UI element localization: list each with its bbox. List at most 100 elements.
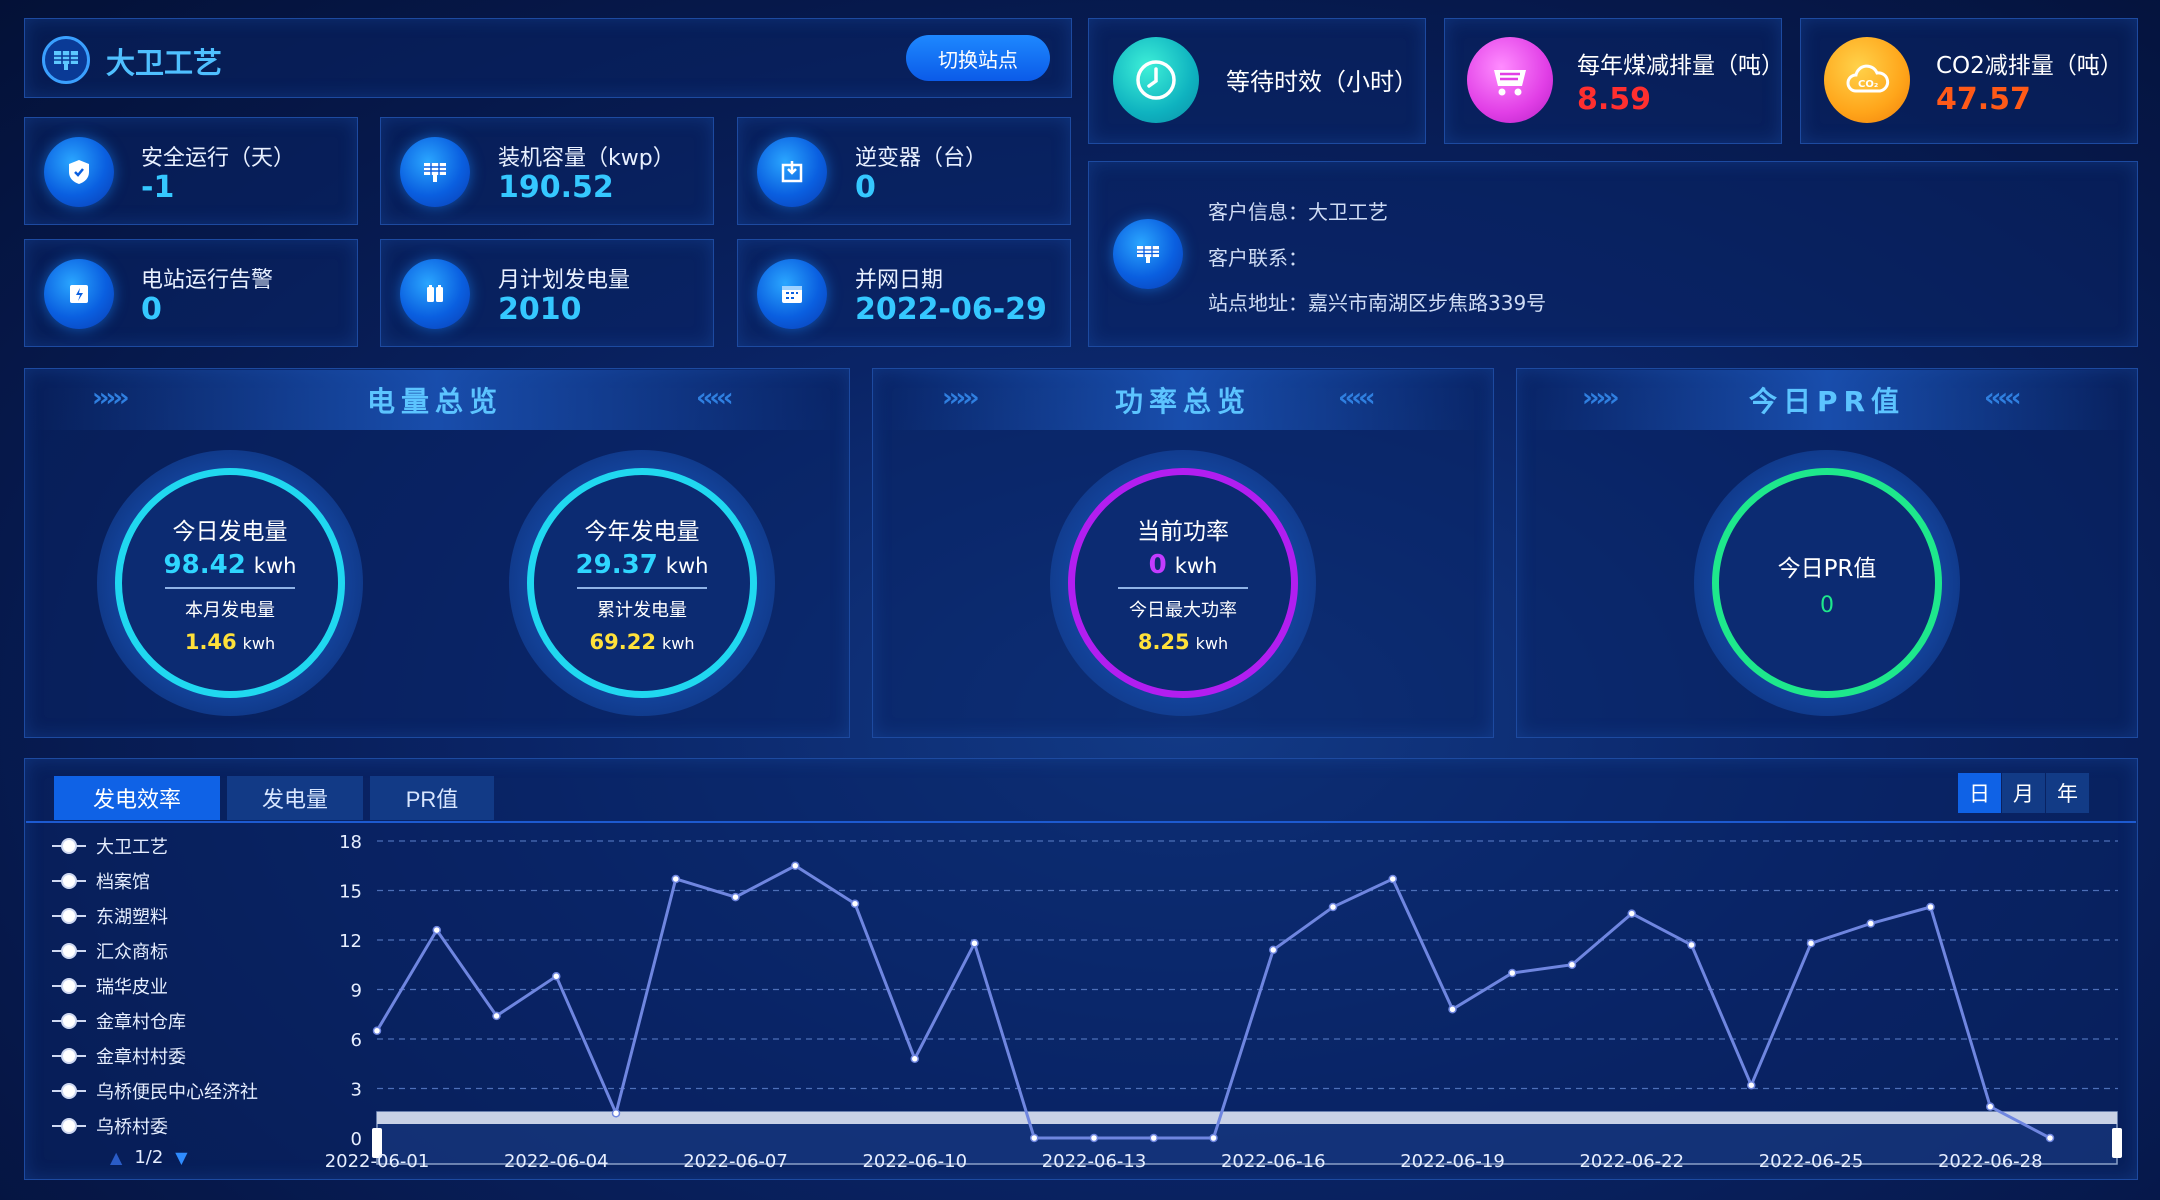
total-energy-unit: kwh: [661, 633, 695, 653]
legend-marker-icon: [52, 1081, 86, 1101]
current-power-title: 当前功率: [1137, 519, 1229, 546]
legend-item[interactable]: 汇众商标: [52, 938, 168, 964]
month-energy-value: 1.46: [184, 629, 237, 654]
legend-label: 东湖塑料: [96, 907, 168, 928]
today-energy-value: 98.42: [163, 550, 246, 581]
today-pr-value: 0: [1820, 592, 1834, 618]
legend-item[interactable]: 瑞华皮业: [52, 973, 168, 999]
period-year-button[interactable]: 年: [2046, 773, 2089, 813]
period-month-button[interactable]: 月: [2002, 773, 2045, 813]
customer-contact-row: 客户联系：: [1208, 242, 1308, 271]
legend-label: 大卫工艺: [96, 837, 168, 858]
legend-marker-icon: [52, 871, 86, 891]
station-name: 大卫工艺: [106, 46, 223, 80]
year-energy-value-row: 29.37 kwh: [576, 550, 709, 580]
month-energy-unit: kwh: [242, 633, 276, 653]
wait-time-label: 等待时效（小时）: [1226, 68, 1418, 96]
gauge-year-energy: 今年发电量 29.37 kwh 累计发电量 69.22 kwh: [527, 468, 757, 698]
customer-address-value: 嘉兴市南湖区步焦路339号: [1308, 291, 1547, 315]
solar-panel-icon: [400, 137, 470, 207]
max-power-unit: kwh: [1195, 633, 1229, 653]
customer-address-label: 站点地址：: [1208, 291, 1308, 315]
legend-marker-icon: [52, 836, 86, 856]
power-section-title: 功率总览: [1114, 385, 1251, 418]
legend-pager: ▲ 1/2 ▼: [110, 1147, 188, 1168]
gauge-divider: [165, 587, 295, 589]
legend-prev-icon[interactable]: ▲: [110, 1148, 122, 1167]
inverter-value: 0: [855, 170, 876, 205]
legend-item[interactable]: 乌桥便民中心经济社: [52, 1078, 258, 1104]
gauge-current-power: 当前功率 0 kwh 今日最大功率 8.25 kwh: [1068, 468, 1298, 698]
inverter-icon: [757, 137, 827, 207]
legend-marker-icon: [52, 906, 86, 926]
chevrons-left-icon: ‹‹‹‹‹: [696, 383, 734, 413]
legend-label: 档案馆: [96, 872, 150, 893]
customer-contact-label: 客户联系：: [1208, 246, 1308, 270]
energy-section-title: 电量总览: [366, 385, 503, 418]
tab-underline: [26, 821, 2136, 823]
max-power-value: 8.25: [1137, 629, 1190, 654]
chevrons-left-icon: ‹‹‹‹‹: [1338, 383, 1376, 413]
chevrons-right-icon: ›››››: [1582, 383, 1620, 413]
legend-item[interactable]: 金章村村委: [52, 1043, 186, 1069]
legend-label: 金章村村委: [96, 1047, 186, 1068]
legend-label: 汇众商标: [96, 942, 168, 963]
chevrons-right-icon: ›››››: [942, 383, 980, 413]
customer-info-row: 客户信息：大卫工艺: [1208, 196, 1388, 225]
year-energy-unit: kwh: [665, 554, 709, 579]
inverter-label: 逆变器（台）: [855, 146, 988, 171]
customer-info-label: 客户信息：: [1208, 200, 1308, 224]
chevrons-left-icon: ‹‹‹‹‹: [1984, 383, 2022, 413]
legend-page-label: 1/2: [134, 1147, 164, 1168]
station-logo-icon: [42, 36, 90, 84]
current-power-value: 0: [1148, 550, 1167, 581]
max-power-label: 今日最大功率: [1129, 599, 1237, 621]
safe-days-value: -1: [141, 170, 175, 205]
today-pr-title: 今日PR值: [1777, 555, 1877, 582]
clock-icon: [1113, 37, 1199, 123]
co2-reduction-value: 47.57: [1936, 82, 2031, 117]
legend-item[interactable]: 大卫工艺: [52, 833, 168, 859]
legend-marker-icon: [52, 941, 86, 961]
month-energy-label: 本月发电量: [185, 599, 275, 621]
coal-reduction-label: 每年煤减排量（吨）: [1577, 53, 1784, 79]
year-energy-title: 今年发电量: [584, 519, 700, 546]
grid-date-value: 2022-06-29: [855, 292, 1047, 327]
switch-station-button[interactable]: 切换站点: [906, 35, 1050, 81]
tab-pr[interactable]: PR值: [370, 776, 494, 820]
shield-icon: [44, 137, 114, 207]
monthly-plan-value: 2010: [498, 292, 582, 327]
cart-icon: [1467, 37, 1553, 123]
today-energy-title: 今日发电量: [172, 519, 288, 546]
gauge-divider: [1118, 587, 1248, 589]
legend-marker-icon: [52, 1116, 86, 1136]
max-power-value-row: 8.25 kwh: [1138, 630, 1228, 654]
coal-reduction-value: 8.59: [1577, 82, 1652, 117]
year-energy-value: 29.37: [575, 550, 658, 581]
svg-text:CO₂: CO₂: [1858, 79, 1878, 90]
total-energy-value-row: 69.22 kwh: [590, 630, 695, 654]
tab-efficiency[interactable]: 发电效率: [54, 776, 220, 820]
legend-next-icon[interactable]: ▼: [175, 1148, 187, 1167]
pr-section-title: 今日PR值: [1748, 385, 1906, 418]
co2-reduction-label: CO2减排量（吨）: [1936, 53, 2123, 79]
legend-item[interactable]: 金章村仓库: [52, 1008, 186, 1034]
legend-item[interactable]: 乌桥村委: [52, 1113, 168, 1139]
legend-item[interactable]: 档案馆: [52, 868, 150, 894]
current-power-unit: kwh: [1174, 554, 1218, 579]
tab-energy[interactable]: 发电量: [227, 776, 363, 820]
legend-marker-icon: [52, 976, 86, 996]
period-day-button[interactable]: 日: [1958, 773, 2001, 813]
gauge-today-energy: 今日发电量 98.42 kwh 本月发电量 1.46 kwh: [115, 468, 345, 698]
safe-days-label: 安全运行（天）: [141, 146, 296, 171]
customer-info-value: 大卫工艺: [1308, 200, 1388, 224]
battery-icon: [400, 259, 470, 329]
co2-cloud-icon: CO₂: [1824, 37, 1910, 123]
calendar-icon: [757, 259, 827, 329]
total-energy-value: 69.22: [589, 629, 656, 654]
total-energy-label: 累计发电量: [597, 599, 687, 621]
gauge-divider: [577, 587, 707, 589]
alarm-label: 电站运行告警: [141, 268, 274, 293]
legend-label: 金章村仓库: [96, 1012, 186, 1033]
legend-item[interactable]: 东湖塑料: [52, 903, 168, 929]
